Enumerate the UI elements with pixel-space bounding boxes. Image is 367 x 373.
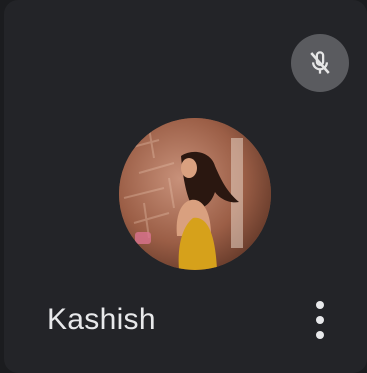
profile-photo <box>119 118 271 270</box>
mic-muted-indicator <box>291 34 349 92</box>
more-vert-icon <box>316 301 324 309</box>
avatar <box>119 118 271 270</box>
mic-off-icon <box>310 51 330 74</box>
participant-name: Kashish <box>47 303 156 336</box>
more-options-button[interactable] <box>302 292 338 348</box>
participant-tile[interactable]: Kashish <box>4 0 367 373</box>
